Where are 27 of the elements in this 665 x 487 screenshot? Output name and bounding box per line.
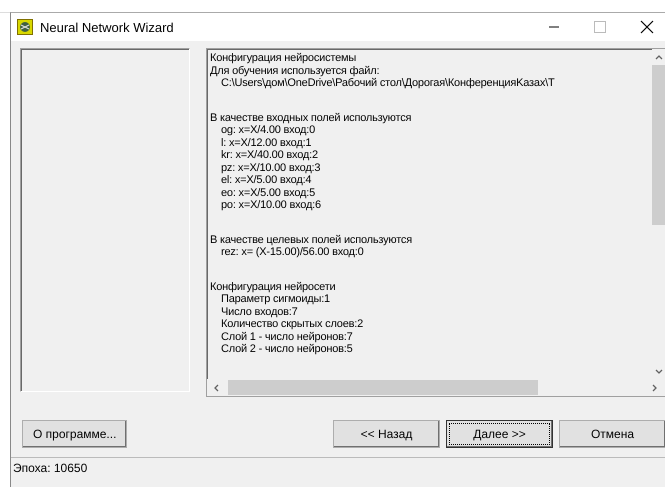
close-icon[interactable] <box>640 20 654 34</box>
app-icon <box>17 19 33 35</box>
log-line: eo: x=X/5.00 вход:5 <box>220 186 316 199</box>
wizard-button[interactable]: Далее >> <box>446 420 553 448</box>
log-line: В качестве входных полей используются <box>210 112 412 124</box>
log-line: C:\Users\дом\OneDrive\Рабочий стол\Дорогая\КонференцияKазах\T <box>220 77 556 90</box>
log-line: Слой 2 - число нейронов:5 <box>220 343 354 356</box>
log-line: l: x=X/12.00 вход:1 <box>220 136 312 149</box>
log-line: Параметр сигмоиды:1 <box>220 293 331 306</box>
log-line: og: x=X/4.00 вход:0 <box>220 124 316 136</box>
log-line: Число входов:7 <box>220 306 299 318</box>
log-line: el: x=X/5.00 вход:4 <box>220 174 312 186</box>
window-title: Neural Network Wizard <box>40 20 174 34</box>
log-line: Количество скрытых слоев:2 <box>220 318 364 330</box>
log-line: Слой 1 - число нейронов:7 <box>220 330 354 343</box>
log-line: В качестве целевых полей используются <box>210 234 413 246</box>
log-line: po: x=X/10.00 вход:6 <box>220 199 322 212</box>
status-bar: Эпоха: 10650 <box>11 457 665 487</box>
log-line: rez: x= (X-15.00)/56.00 вход:0 <box>220 246 365 258</box>
log-line: Для обучения используется файл: <box>210 64 380 77</box>
log-line: pz: x=X/10.00 вход:3 <box>220 162 322 174</box>
wizard-button[interactable]: << Назад <box>333 420 440 448</box>
wizard-button[interactable]: Отмена <box>559 420 665 448</box>
about-button[interactable]: О программе... <box>22 420 128 448</box>
log-line: kr: x=X/40.00 вход:2 <box>220 149 319 162</box>
log-line: Конфигурация нейросети <box>210 280 336 293</box>
log-line: Конфигурация нейросистемы <box>210 52 358 64</box>
